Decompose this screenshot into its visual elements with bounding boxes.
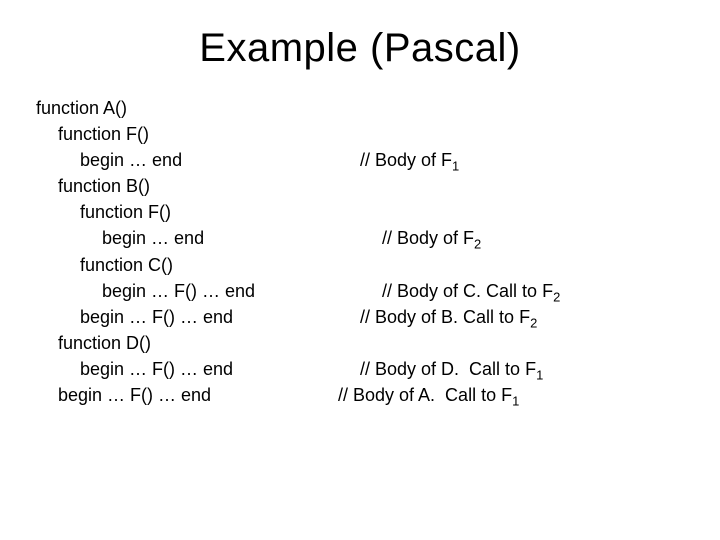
code-line: function D() — [36, 330, 684, 356]
code-text: begin … end — [36, 147, 360, 173]
code-text: begin … F() … end — [36, 278, 382, 304]
subscript: 1 — [512, 394, 519, 409]
subscript: 1 — [536, 368, 543, 383]
page-title: Example (Pascal) — [36, 26, 684, 71]
slide: Example (Pascal) function A() function F… — [0, 0, 720, 540]
code-comment: // Body of F1 — [360, 147, 459, 173]
code-comment: // Body of F2 — [382, 225, 481, 251]
comment-text: // Body of F — [382, 228, 474, 248]
comment-text: // Body of D. Call to F — [360, 359, 536, 379]
code-comment: // Body of D. Call to F1 — [360, 356, 543, 382]
code-text: function A() — [36, 95, 316, 121]
code-text: function F() — [36, 121, 338, 147]
code-line: function C() — [36, 252, 684, 278]
code-line: function F() — [36, 121, 684, 147]
code-comment: // Body of A. Call to F1 — [338, 382, 519, 408]
code-comment: // Body of B. Call to F2 — [360, 304, 537, 330]
code-line: begin … F() … end // Body of B. Call to … — [36, 304, 684, 330]
code-text: function F() — [36, 199, 360, 225]
code-line: function F() — [36, 199, 684, 225]
code-text: begin … F() … end — [36, 304, 360, 330]
subscript: 2 — [474, 237, 481, 252]
code-line: begin … F() … end // Body of D. Call to … — [36, 356, 684, 382]
comment-text: // Body of F — [360, 150, 452, 170]
code-line: begin … F() … end // Body of A. Call to … — [36, 382, 684, 408]
code-line: begin … F() … end // Body of C. Call to … — [36, 278, 684, 304]
comment-text: // Body of A. Call to F — [338, 385, 512, 405]
code-text: begin … F() … end — [36, 356, 360, 382]
subscript: 2 — [553, 289, 560, 304]
subscript: 1 — [452, 159, 459, 174]
comment-text: // Body of B. Call to F — [360, 307, 530, 327]
code-text: function B() — [36, 173, 338, 199]
code-comment: // Body of C. Call to F2 — [382, 278, 560, 304]
code-text: function D() — [36, 330, 338, 356]
subscript: 2 — [530, 315, 537, 330]
code-line: begin … end // Body of F2 — [36, 225, 684, 251]
code-text: begin … end — [36, 225, 382, 251]
code-text: function C() — [36, 252, 360, 278]
code-line: begin … end // Body of F1 — [36, 147, 684, 173]
code-line: function B() — [36, 173, 684, 199]
code-text: begin … F() … end — [36, 382, 338, 408]
code-block: function A() function F() begin … end //… — [36, 95, 684, 408]
comment-text: // Body of C. Call to F — [382, 281, 553, 301]
code-line: function A() — [36, 95, 684, 121]
